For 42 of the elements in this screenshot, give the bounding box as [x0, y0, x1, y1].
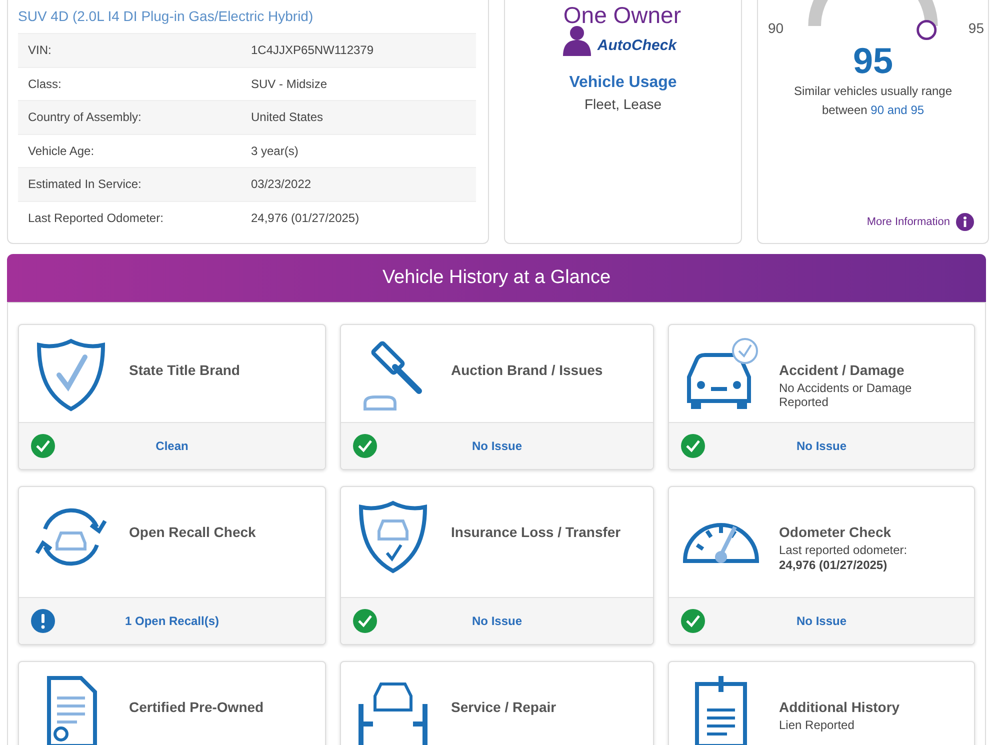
check-detail: 24,976 (01/27/2025) [779, 558, 888, 572]
gauge-max-label: 95 [968, 20, 984, 36]
check-title: Auction Brand / Issues [451, 362, 603, 378]
check-title: Insurance Loss / Transfer [451, 524, 621, 540]
check-circle-icon [353, 609, 377, 633]
check-circle-icon [31, 434, 55, 458]
more-information-link[interactable]: More Information [866, 216, 950, 228]
spec-value: 1C4JJXP65NW112379 [251, 43, 374, 58]
spec-label: Class: [27, 76, 62, 91]
spec-value: 3 year(s) [251, 144, 298, 158]
spec-value: SUV - Midsize [251, 76, 328, 91]
check-detail: Last reported odometer: [779, 543, 908, 557]
vehicle-subtitle: SUV 4D (2.0L I4 DI Plug-in Gas/Electric Hybrid) [18, 8, 314, 24]
check-circle-icon [681, 434, 705, 458]
check-title: Additional History [779, 699, 900, 715]
check-circle-icon [681, 609, 705, 633]
check-title: Certified Pre-Owned [129, 699, 264, 715]
spec-value: United States [251, 110, 324, 124]
check-detail: No Accidents or Damage Reported [779, 381, 913, 409]
check-circle-icon [353, 434, 377, 458]
spec-label: Country of Assembly: [27, 110, 142, 124]
check-title: Service / Repair [451, 699, 556, 715]
section-title: Vehicle History at a Glance [382, 267, 611, 289]
gauge-min-label: 90 [768, 20, 784, 36]
check-detail: Lien Reported [779, 718, 856, 732]
check-title: Open Recall Check [129, 524, 256, 540]
check-title: Odometer Check [779, 524, 892, 540]
spec-label: Vehicle Age: [27, 144, 96, 158]
spec-label: Estimated In Service: [27, 177, 142, 192]
info-icon[interactable] [956, 213, 974, 231]
usage-title: Vehicle Usage [569, 74, 677, 92]
check-title: Accident / Damage [779, 362, 906, 378]
spec-label: Last Reported Odometer: [27, 210, 164, 225]
range-text: Similar vehicles usually range between 90 and 95 [792, 83, 954, 119]
usage-value: Fleet, Lease [584, 96, 662, 112]
check-title: State Title Brand [129, 362, 240, 378]
score-value: 95 [852, 42, 894, 80]
logo-title: One Owner [563, 2, 682, 28]
exclamation-circle-icon [31, 609, 55, 633]
spec-value: 24,976 (01/27/2025) [251, 210, 360, 225]
spec-label: VIN: [27, 43, 52, 58]
spec-value: 03/23/2022 [251, 177, 312, 192]
